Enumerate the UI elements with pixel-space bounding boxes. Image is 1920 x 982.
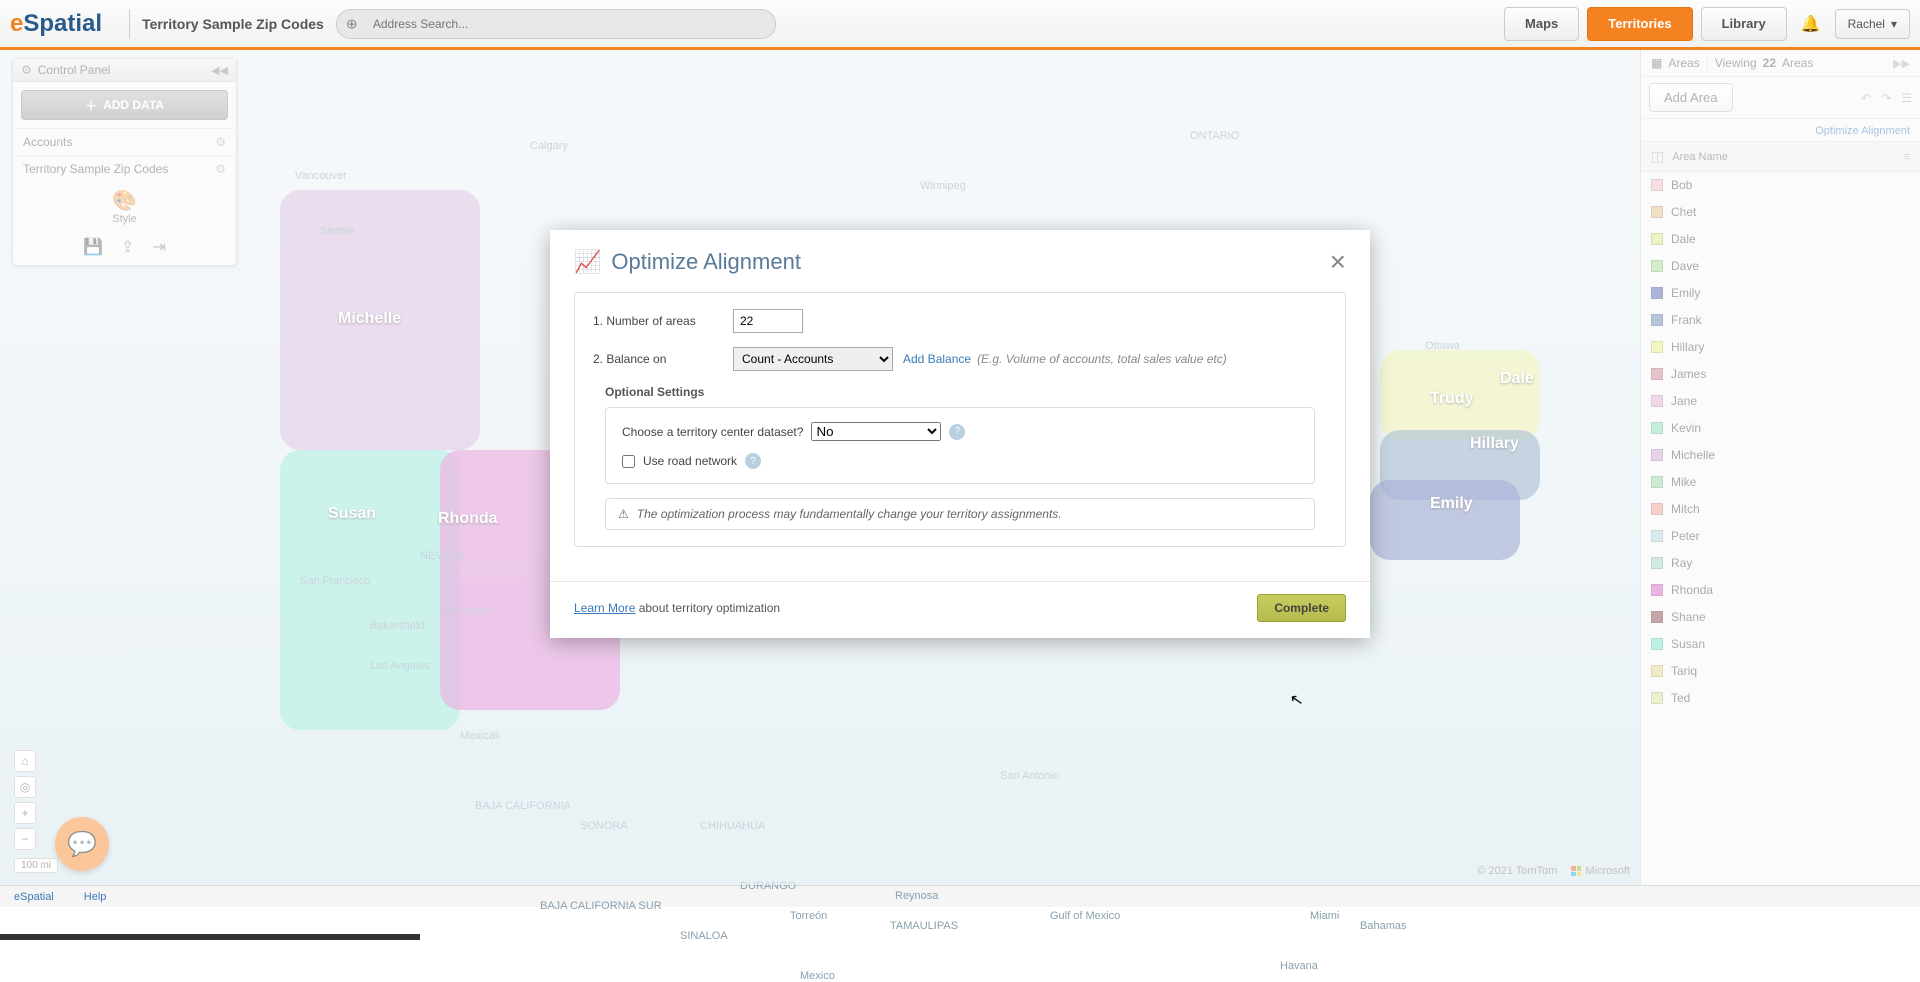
modal-footer: Learn More about territory optimization …	[550, 581, 1370, 638]
modal-header: 📈 Optimize Alignment ×	[550, 230, 1370, 286]
map-place-label: Gulf of Mexico	[1050, 910, 1120, 922]
nav-maps[interactable]: Maps	[1504, 7, 1579, 41]
app-header: eSpatial Territory Sample Zip Codes ⊕ Ma…	[0, 0, 1920, 50]
territory-center-select[interactable]: No	[811, 422, 941, 441]
map-place-label: Reynosa	[895, 890, 938, 902]
header-divider	[129, 9, 130, 39]
road-network-row: Use road network ?	[622, 453, 1298, 469]
modal-title: Optimize Alignment	[611, 249, 801, 275]
balance-on-row: 2. Balance on Count - Accounts Add Balan…	[593, 347, 1327, 371]
number-of-areas-label: 1. Number of areas	[593, 314, 733, 328]
header-right: Maps Territories Library 🔔 Rachel ▾	[1504, 7, 1910, 41]
search-wrapper: ⊕	[336, 9, 776, 39]
nav-library[interactable]: Library	[1701, 7, 1787, 41]
logo-e: e	[10, 10, 23, 37]
map-place-label: TAMAULIPAS	[890, 920, 958, 932]
map-place-label: Torreón	[790, 910, 827, 922]
search-pin-icon[interactable]: ⊕	[346, 15, 358, 32]
chevron-down-icon: ▾	[1891, 17, 1897, 31]
notifications-icon[interactable]: 🔔	[1795, 14, 1827, 34]
footer-brand-link[interactable]: eSpatial	[14, 891, 54, 903]
balance-hint: (E.g. Volume of accounts, total sales va…	[977, 352, 1227, 366]
road-network-checkbox[interactable]	[622, 455, 635, 468]
map-place-label: Havana	[1280, 960, 1318, 972]
balance-on-select[interactable]: Count - Accounts	[733, 347, 893, 371]
learn-more-link[interactable]: Learn More	[574, 601, 635, 615]
footer-help-link[interactable]: Help	[84, 891, 107, 903]
territory-center-label: Choose a territory center dataset?	[622, 425, 803, 439]
territory-center-row: Choose a territory center dataset? No ?	[622, 422, 1298, 441]
document-title: Territory Sample Zip Codes	[142, 16, 324, 32]
optional-settings-box: Choose a territory center dataset? No ? …	[605, 407, 1315, 484]
app-footer: eSpatial Help	[0, 885, 1920, 907]
footer-accent-bar	[0, 934, 420, 940]
address-search-input[interactable]	[336, 9, 776, 39]
optional-settings-title: Optional Settings	[605, 385, 1327, 399]
warning-icon: ⚠	[618, 507, 629, 521]
trend-up-icon: 📈	[574, 249, 601, 275]
main-area: MichelleSusanRhondaTrudyDaleHillaryEmily…	[0, 50, 1920, 885]
map-place-label: SINALOA	[680, 930, 728, 942]
help-icon[interactable]: ?	[949, 424, 965, 440]
road-network-label: Use road network	[643, 454, 737, 468]
complete-button[interactable]: Complete	[1257, 594, 1346, 622]
app-logo: eSpatial	[10, 10, 102, 38]
learn-more-suffix: about territory optimization	[635, 601, 780, 615]
user-menu[interactable]: Rachel ▾	[1835, 9, 1910, 39]
warning-box: ⚠ The optimization process may fundament…	[605, 498, 1315, 530]
modal-form-box: 1. Number of areas 2. Balance on Count -…	[574, 292, 1346, 547]
number-of-areas-input[interactable]	[733, 309, 803, 333]
nav-territories[interactable]: Territories	[1587, 7, 1692, 41]
map-place-label: Bahamas	[1360, 920, 1406, 932]
map-place-label: Mexico	[800, 970, 835, 982]
help-icon[interactable]: ?	[745, 453, 761, 469]
optimize-alignment-modal: 📈 Optimize Alignment × 1. Number of area…	[550, 230, 1370, 638]
warning-text: The optimization process may fundamental…	[637, 507, 1062, 521]
logo-spatial: Spatial	[23, 10, 102, 37]
map-place-label: Miami	[1310, 910, 1339, 922]
user-name: Rachel	[1848, 17, 1885, 31]
add-balance-link[interactable]: Add Balance	[903, 352, 971, 366]
modal-close-icon[interactable]: ×	[1330, 248, 1346, 276]
balance-on-label: 2. Balance on	[593, 352, 733, 366]
modal-body: 1. Number of areas 2. Balance on Count -…	[550, 292, 1370, 567]
map-place-label: BAJA CALIFORNIA SUR	[540, 900, 662, 912]
number-of-areas-row: 1. Number of areas	[593, 309, 1327, 333]
